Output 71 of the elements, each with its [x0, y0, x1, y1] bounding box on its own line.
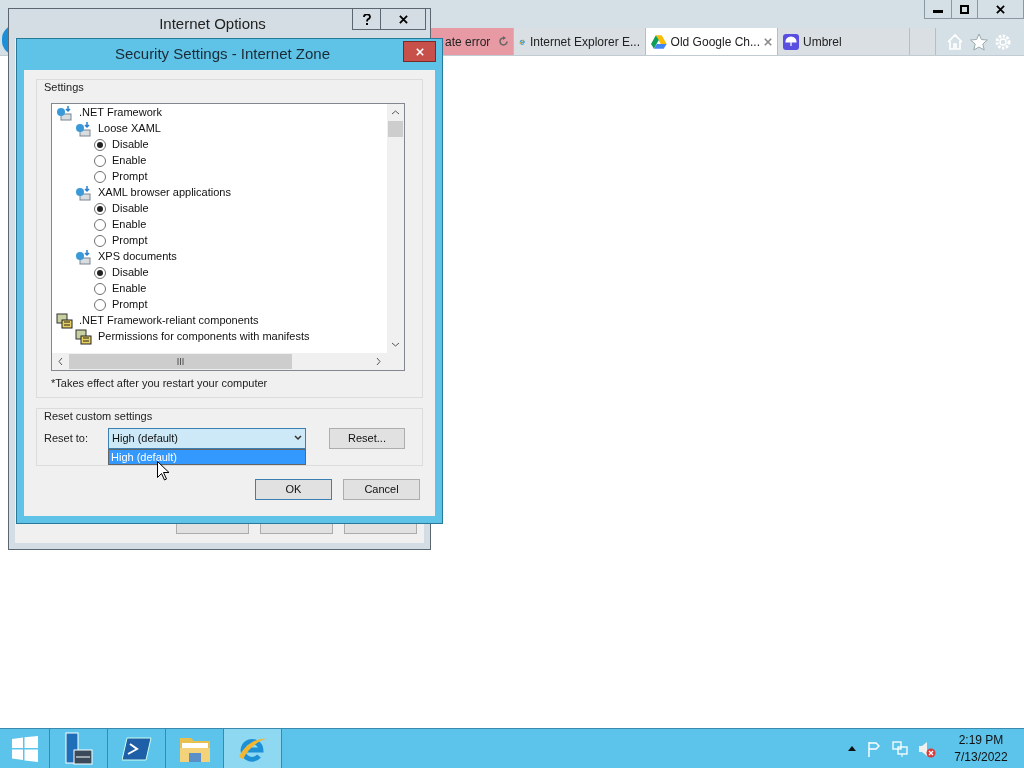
server-toolbox-icon: [63, 731, 94, 766]
browser-tab[interactable]: Old Google Ch...: [646, 28, 778, 55]
flag-icon[interactable]: [866, 740, 882, 757]
radio-button[interactable]: [94, 234, 106, 247]
clock-time: 2:19 PM: [958, 731, 1004, 749]
umbrella-logo-icon: [783, 33, 799, 50]
radio-button[interactable]: [94, 266, 106, 279]
note-text: *Takes effect after you restart your computer: [50, 375, 269, 391]
group-label: Settings: [43, 80, 85, 95]
setting-label: .NET Framework: [78, 105, 162, 121]
reset-level-dropdown[interactable]: High (default): [108, 427, 306, 449]
vertical-scrollbar[interactable]: [387, 103, 404, 353]
close-button[interactable]: [403, 41, 436, 62]
terminal-icon: [121, 736, 152, 761]
close-icon: [398, 14, 408, 24]
setting-label: XPS documents: [97, 249, 177, 265]
tab-title: ate error: [445, 33, 491, 51]
close-icon: [996, 4, 1005, 14]
group-label: Reset custom settings: [43, 409, 154, 424]
tab-title: Umbrel: [803, 33, 842, 51]
scroll-thumb[interactable]: [388, 120, 403, 137]
refresh-icon: [498, 36, 509, 47]
setting-label: Loose XAML: [97, 121, 161, 137]
caret-up-icon[interactable]: [848, 746, 856, 751]
setting-label: Enable: [111, 281, 147, 297]
component-icon: [56, 312, 73, 329]
setting-label: Enable: [111, 217, 147, 233]
clock-date: 7/13/2022: [954, 748, 1008, 766]
settings-folder-icon: [75, 120, 92, 137]
radio-button[interactable]: [94, 138, 106, 151]
star-icon[interactable]: [970, 32, 988, 51]
chevron-down-icon: [294, 435, 302, 441]
close-tab-icon: [764, 37, 772, 46]
radio-button[interactable]: [94, 218, 106, 231]
radio-button[interactable]: [94, 170, 106, 183]
radio-button[interactable]: [94, 282, 106, 295]
window-title: Internet Options: [159, 13, 267, 34]
radio-button[interactable]: [94, 154, 106, 167]
help-icon: [362, 13, 371, 25]
window-title: Security Settings - Internet Zone: [114, 44, 332, 65]
close-icon: [415, 47, 424, 56]
dialog-button[interactable]: OK: [255, 479, 332, 500]
setting-label: Prompt: [111, 297, 148, 313]
setting-label: Disable: [111, 137, 149, 153]
browser-tab[interactable]: Internet Explorer E...: [514, 28, 646, 55]
setting-label: Permissions for components with manifests: [97, 329, 310, 345]
settings-folder-icon: [75, 184, 92, 201]
triangle-logo-icon: [651, 34, 667, 49]
setting-label: Prompt: [111, 169, 148, 185]
speaker-muted-icon[interactable]: [918, 739, 936, 758]
grip-icon: [177, 357, 184, 365]
windows-logo-icon: [11, 735, 38, 762]
component-icon: [75, 328, 92, 345]
setting-label: XAML browser applications: [97, 185, 231, 201]
setting-label: Disable: [111, 265, 149, 281]
setting-label: Prompt: [111, 233, 148, 249]
radio-button[interactable]: [94, 202, 106, 215]
browser-tab[interactable]: Umbrel: [778, 28, 910, 55]
field-label: Reset to:: [44, 430, 90, 446]
clock[interactable]: 2:19 PM 7/13/2022: [946, 731, 1016, 766]
settings-folder-icon: [75, 248, 92, 265]
horizontal-scrollbar[interactable]: [52, 352, 404, 370]
radio-button[interactable]: [94, 298, 106, 311]
setting-label: .NET Framework-reliant components: [78, 313, 259, 329]
dialog-button[interactable]: Cancel: [343, 479, 420, 500]
tab-title: Internet Explorer E...: [529, 33, 640, 51]
setting-label: Enable: [111, 153, 147, 169]
scroll-thumb[interactable]: [69, 353, 292, 369]
tab-title: Old Google Ch...: [670, 33, 760, 51]
setting-label: Disable: [111, 201, 149, 217]
reset-button[interactable]: Reset...: [329, 427, 405, 449]
